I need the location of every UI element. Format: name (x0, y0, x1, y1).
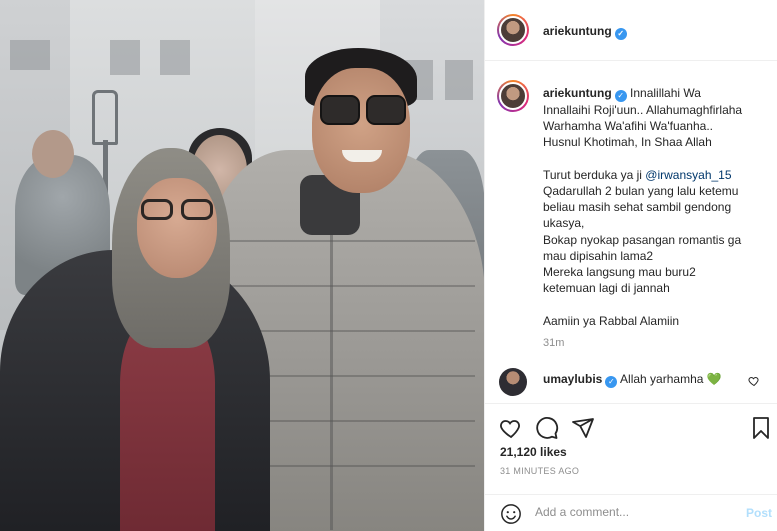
caption-line: ukasya, (543, 216, 585, 231)
caption-username[interactable]: ariekuntung (543, 86, 612, 100)
smiley-icon[interactable] (500, 503, 522, 525)
green-heart-emoji: 💚 (706, 372, 722, 386)
post-actions-bar (485, 403, 777, 448)
comment-row: umaylubis ✓ Allah yarhamha 💚 (485, 365, 777, 396)
background-person-head (32, 130, 74, 178)
man-face (312, 68, 410, 193)
woman-face (137, 178, 217, 278)
heart-icon[interactable] (499, 416, 523, 440)
caption-line: Qadarullah 2 bulan yang lalu ketemu (543, 184, 739, 198)
caption-line: ketemuan lagi di jannah (543, 281, 670, 296)
mention-link[interactable]: @irwansyah_15 (645, 168, 731, 182)
caption-timestamp[interactable]: 31m (543, 337, 564, 349)
comment-composer: Post (485, 494, 777, 531)
header-username-link[interactable]: ariekuntung ✓ (543, 24, 627, 40)
paper-plane-icon[interactable] (571, 416, 595, 440)
caption-line: Warhamha Wa'afihi Wa'fuanha.. (543, 119, 713, 134)
jacket-quilt-line (225, 240, 475, 242)
woman-shirt (120, 320, 215, 531)
post-timestamp[interactable]: 31 MINUTES AGO (500, 466, 579, 476)
header-username[interactable]: ariekuntung (543, 24, 612, 38)
avatar[interactable] (497, 14, 529, 46)
caption-line: mau dipisahin lama2 (543, 248, 654, 263)
avatar[interactable] (499, 368, 527, 396)
add-comment-input[interactable] (535, 505, 725, 519)
building-window (445, 60, 473, 100)
building-window (10, 40, 50, 70)
post-details-panel: ariekuntung ✓ ariekuntung ✓ Innalillahi Wa… (484, 0, 777, 531)
bookmark-icon[interactable] (749, 416, 773, 440)
like-count[interactable]: 21,120 likes (500, 445, 567, 459)
caption-line: Turut berduka ya ji (543, 167, 646, 182)
man-sunglasses (320, 95, 406, 127)
jacket-quilt-line (225, 285, 475, 287)
street-lamp (92, 90, 118, 145)
comment-like-heart-icon[interactable] (748, 375, 760, 387)
caption-block: ariekuntung ✓ Innalillahi Wa Innallaihi R… (485, 61, 777, 401)
caption-line: beliau masih sehat sambil gendong (543, 200, 732, 215)
caption-line: Aamiin ya Rabbal Alamiin (543, 313, 680, 328)
caption-line: Mereka langsung mau buru2 (543, 265, 696, 280)
caption-text: ariekuntung ✓ Innalillahi Wa Innallaihi R… (543, 85, 771, 329)
caption-line: Husnul Khotimah, In Shaa Allah (543, 135, 712, 150)
woman-glasses (141, 199, 213, 221)
comment-bubble-icon[interactable] (535, 416, 559, 440)
caption-line: Innalillahi Wa (630, 86, 701, 100)
post-comment-button[interactable]: Post (746, 506, 772, 520)
comment-body: Allah yarhamha (620, 372, 704, 386)
caption-line: Bokap nyokap pasangan romantis ga (543, 232, 742, 247)
verified-badge-icon: ✓ (605, 376, 618, 388)
verified-badge-icon: ✓ (614, 90, 627, 102)
post-photo[interactable] (0, 0, 484, 531)
verified-badge-icon: ✓ (614, 28, 627, 40)
post-header: ariekuntung ✓ (485, 0, 777, 61)
avatar[interactable] (497, 80, 529, 112)
comment-username[interactable]: umaylubis (543, 372, 602, 386)
jacket-quilt-line (225, 330, 475, 332)
comment-text: umaylubis ✓ Allah yarhamha 💚 (543, 372, 722, 388)
building-window (110, 40, 140, 75)
man-smile (342, 150, 382, 162)
building-window (160, 40, 190, 75)
caption-line: Innallaihi Roji'uun.. Allahumaghfirlaha (543, 103, 743, 117)
